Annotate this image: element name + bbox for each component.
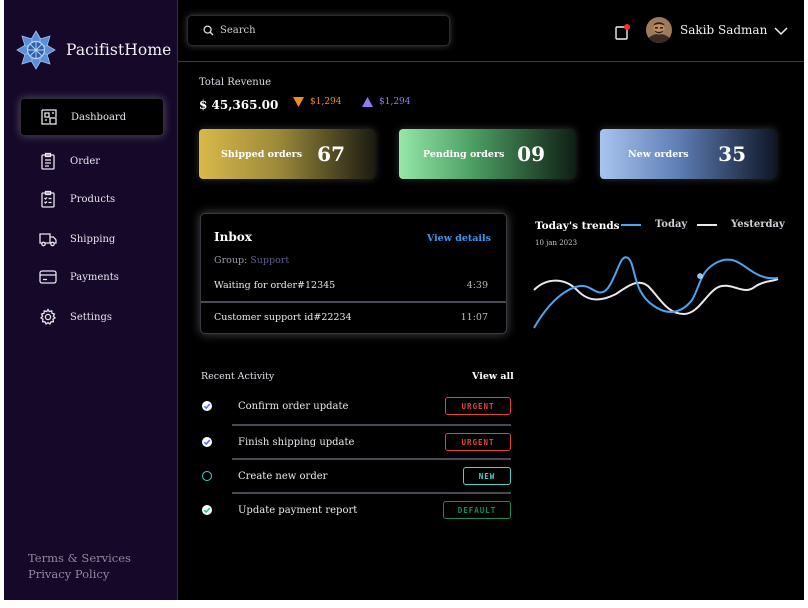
revenue-value: $ 45,365.00 (199, 98, 279, 112)
view-all-link[interactable]: View all (472, 371, 514, 382)
card-label: Pending orders (423, 148, 505, 160)
inbox-title: Inbox (214, 230, 252, 244)
inbox-row[interactable]: Waiting for order#12345 4:39 (201, 270, 506, 300)
check-icon[interactable] (202, 401, 212, 411)
urgent-badge: URGENT (445, 433, 511, 451)
inbox-row-time: 4:39 (466, 279, 488, 291)
sidebar-item-products[interactable]: Products (20, 180, 164, 218)
card-value: 67 (317, 142, 345, 166)
new-badge: NEW (463, 467, 511, 485)
legend-today: Today (621, 219, 687, 230)
sidebar-item-order[interactable]: Order (20, 142, 164, 180)
check-icon[interactable] (202, 505, 212, 515)
group-value[interactable]: Support (250, 255, 289, 266)
shipped-orders-card[interactable]: Shipped orders 67 (199, 129, 375, 179)
lotus-logo-icon (16, 30, 56, 70)
card-icon (39, 268, 57, 286)
inbox-row-text: Customer support id#22234 (214, 311, 352, 323)
activity-row: Confirm order update URGENT (201, 390, 511, 422)
clipboard-icon (39, 152, 57, 170)
sidebar-item-label: Payments (70, 271, 119, 283)
revenue-up-change: $1,294 (362, 97, 411, 107)
sidebar-item-payments[interactable]: Payments (20, 258, 164, 296)
app-window: PacifistHome Dashboard Order Products Sh… (4, 0, 804, 600)
sidebar-item-label: Products (70, 193, 116, 205)
privacy-link[interactable]: Privacy Policy (28, 566, 131, 582)
sidebar-item-label: Settings (70, 311, 112, 323)
sidebar-item-label: Shipping (70, 233, 116, 245)
product-list-icon (39, 190, 57, 208)
gear-icon (39, 308, 57, 326)
inbox-row-time: 11:07 (460, 311, 488, 323)
header-divider (178, 61, 804, 62)
legend-swatch (697, 223, 717, 226)
user-name: Sakib Sadman (680, 23, 768, 37)
activity-text: Confirm order update (238, 400, 349, 412)
sidebar: PacifistHome Dashboard Order Products Sh… (4, 0, 178, 600)
search-input[interactable] (220, 25, 440, 36)
activity-row: Create new order NEW (201, 460, 511, 492)
revenue-down-change: $1,294 (293, 97, 342, 107)
brand[interactable]: PacifistHome (15, 29, 171, 71)
search-bar[interactable] (187, 15, 450, 46)
trends-chart (533, 256, 779, 329)
inbox-group: Group: Support (214, 255, 290, 266)
sidebar-item-settings[interactable]: Settings (20, 298, 164, 336)
urgent-badge: URGENT (445, 397, 511, 415)
notification-icon[interactable] (614, 24, 630, 40)
view-details-link[interactable]: View details (427, 233, 491, 244)
series-line-yesterday (533, 278, 779, 316)
sidebar-item-label: Order (70, 155, 101, 167)
activity-row: Update payment report DEFAULT (201, 494, 511, 526)
user-menu[interactable]: Sakib Sadman (646, 17, 767, 43)
sidebar-item-label: Dashboard (71, 111, 127, 123)
card-value: 35 (718, 142, 746, 166)
brand-name: PacifistHome (66, 41, 172, 59)
revenue-label: Total Revenue (199, 77, 272, 88)
inbox-row[interactable]: Customer support id#22234 11:07 (201, 301, 506, 331)
card-label: Shipped orders (221, 148, 303, 160)
recent-activity-title: Recent Activity (201, 371, 275, 382)
search-icon (203, 25, 214, 36)
new-orders-card[interactable]: New orders 35 (600, 129, 776, 179)
activity-text: Finish shipping update (238, 436, 355, 448)
trends-date: 10 jan 2023 (535, 239, 578, 247)
activity-text: Update payment report (238, 504, 358, 516)
legend-swatch (621, 223, 641, 226)
dashboard-icon (40, 108, 58, 126)
radio-empty-icon[interactable] (202, 471, 212, 481)
sidebar-footer: Terms & Services Privacy Policy (28, 550, 131, 582)
terms-link[interactable]: Terms & Services (28, 550, 131, 566)
notification-dot (624, 24, 630, 30)
triangle-up-icon (362, 97, 373, 107)
inbox-row-text: Waiting for order#12345 (214, 279, 336, 291)
card-value: 09 (517, 142, 545, 166)
avatar (646, 17, 672, 43)
inbox-panel: Inbox View details Group: Support Waitin… (200, 213, 507, 334)
series-line-today (533, 256, 779, 329)
trends-title: Today's trends (535, 220, 620, 232)
truck-icon (39, 230, 57, 248)
legend-yesterday: Yesterday (697, 219, 785, 230)
default-badge: DEFAULT (443, 501, 511, 519)
card-label: New orders (628, 148, 689, 160)
sidebar-item-shipping[interactable]: Shipping (20, 220, 164, 258)
activity-text: Create new order (238, 470, 328, 482)
check-icon[interactable] (202, 437, 212, 447)
pending-orders-card[interactable]: Pending orders 09 (399, 129, 575, 179)
activity-row: Finish shipping update URGENT (201, 426, 511, 458)
triangle-down-icon (293, 97, 304, 107)
chevron-down-icon[interactable] (774, 26, 788, 36)
sidebar-item-dashboard[interactable]: Dashboard (20, 98, 164, 136)
data-point-marker (697, 273, 703, 279)
